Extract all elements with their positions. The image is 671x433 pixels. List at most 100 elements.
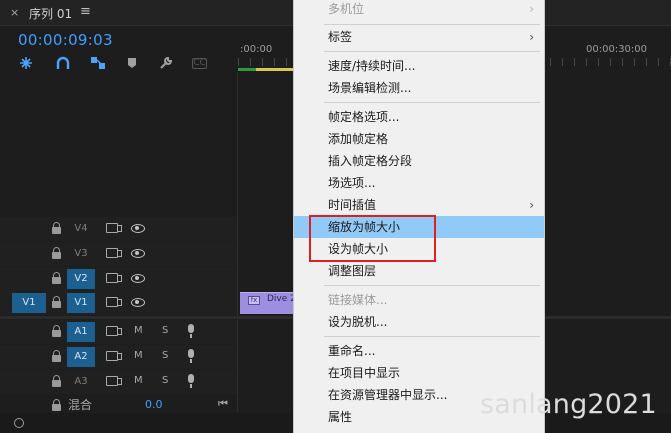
- menu-item-label: 添加帧定格: [328, 132, 389, 146]
- zoom-handle[interactable]: [14, 418, 24, 428]
- add-marker-icon[interactable]: [124, 55, 140, 71]
- solo-button[interactable]: S: [162, 375, 168, 386]
- mute-button[interactable]: M: [134, 375, 143, 386]
- menu-item-label: 时间插值: [328, 198, 377, 212]
- track-target-v1[interactable]: V1: [67, 293, 95, 313]
- menu-item-label: 在项目中显示: [328, 366, 401, 380]
- sync-lock-icon[interactable]: [106, 273, 122, 283]
- track-target-v3[interactable]: V3: [67, 244, 95, 264]
- sync-lock-icon[interactable]: [106, 326, 122, 336]
- menu-item-field-options[interactable]: 场选项...: [294, 172, 544, 194]
- menu-item-label: 调整图层: [328, 264, 377, 278]
- lock-icon[interactable]: [52, 350, 61, 362]
- menu-item-label: 在资源管理器中显示...: [328, 388, 448, 402]
- sync-lock-icon[interactable]: [106, 297, 122, 307]
- menu-item-label-color[interactable]: 标签 ›: [294, 26, 544, 48]
- menu-item-time-interpolation[interactable]: 时间插值 ›: [294, 194, 544, 216]
- menu-item-label: 链接媒体...: [328, 293, 388, 307]
- menu-item-label: 场景编辑检测...: [328, 81, 412, 95]
- nest-or-insert-icon[interactable]: [18, 55, 34, 71]
- submenu-arrow-icon: ›: [529, 2, 534, 16]
- lock-icon[interactable]: [52, 222, 61, 234]
- track-v2: V2: [0, 267, 237, 291]
- menu-item-link-media[interactable]: 链接媒体...: [294, 289, 544, 311]
- microphone-icon[interactable]: [187, 349, 195, 363]
- eye-icon[interactable]: [131, 274, 145, 283]
- menu-separator: [324, 24, 540, 25]
- track-target-v4[interactable]: V4: [67, 219, 95, 239]
- captions-icon[interactable]: CC: [192, 58, 207, 69]
- lock-icon[interactable]: [52, 399, 61, 411]
- menu-item-scene-detect[interactable]: 场景编辑检测...: [294, 77, 544, 99]
- close-tab-button[interactable]: ×: [10, 6, 19, 19]
- sync-lock-icon[interactable]: [106, 223, 122, 233]
- menu-item-label: 帧定格选项...: [328, 110, 400, 124]
- submenu-arrow-icon: ›: [529, 198, 534, 212]
- eye-icon[interactable]: [131, 224, 145, 233]
- menu-item-label: 属性: [328, 410, 353, 424]
- menu-item-reveal-in-project[interactable]: 在项目中显示: [294, 362, 544, 384]
- mix-track-row: 混合 0.0 ⏮: [0, 396, 237, 414]
- sync-lock-icon[interactable]: [106, 376, 122, 386]
- microphone-icon[interactable]: [187, 324, 195, 338]
- menu-item-label: 速度/持续时间...: [328, 59, 416, 73]
- rendered-bar: [238, 68, 256, 71]
- wrench-icon[interactable]: [158, 55, 174, 71]
- menu-item-label: 场选项...: [328, 176, 376, 190]
- lock-icon[interactable]: [52, 296, 61, 308]
- menu-item-label: 设为脱机...: [328, 315, 388, 329]
- mix-label: 混合: [68, 398, 93, 412]
- sync-lock-icon[interactable]: [106, 351, 122, 361]
- annotation-highlight-box: [309, 215, 436, 262]
- clip-label: Dive 2: [267, 294, 296, 304]
- mute-button[interactable]: M: [134, 325, 143, 336]
- track-target-v2[interactable]: V2: [67, 269, 95, 289]
- menu-separator: [324, 285, 540, 286]
- menu-item-adjustment-layer[interactable]: 调整图层: [294, 260, 544, 282]
- eye-icon[interactable]: [131, 298, 145, 307]
- menu-item-speed-duration[interactable]: 速度/持续时间...: [294, 55, 544, 77]
- menu-item-make-offline[interactable]: 设为脱机...: [294, 311, 544, 333]
- clip-fx-badge: fx: [248, 296, 260, 305]
- panel-menu-icon[interactable]: ≡: [80, 4, 91, 19]
- sync-lock-icon[interactable]: [106, 248, 122, 258]
- menu-item-insert-frame-hold[interactable]: 插入帧定格分段: [294, 150, 544, 172]
- mix-end-icon[interactable]: ⏮: [218, 397, 228, 411]
- menu-item-add-frame-hold[interactable]: 添加帧定格: [294, 128, 544, 150]
- menu-item-frame-hold-options[interactable]: 帧定格选项...: [294, 106, 544, 128]
- snap-icon[interactable]: [55, 55, 71, 71]
- lock-icon[interactable]: [52, 375, 61, 387]
- lock-icon[interactable]: [52, 247, 61, 259]
- track-target-a2[interactable]: A2: [67, 347, 95, 367]
- track-a3: A3 M S: [0, 370, 237, 394]
- eye-icon[interactable]: [131, 249, 145, 258]
- track-v3: V3: [0, 242, 237, 266]
- menu-item-rename[interactable]: 重命名...: [294, 340, 544, 362]
- menu-item-label: 重命名...: [328, 344, 376, 358]
- menu-separator: [324, 336, 540, 337]
- mute-button[interactable]: M: [134, 350, 143, 361]
- ruler-start-label: :00:00: [240, 44, 273, 55]
- track-a2: A2 M S: [0, 345, 237, 369]
- menu-item-label: 标签: [328, 30, 353, 44]
- microphone-icon[interactable]: [187, 374, 195, 388]
- solo-button[interactable]: S: [162, 325, 168, 336]
- sequence-tab-title[interactable]: 序列 01: [29, 5, 72, 22]
- playhead-timecode[interactable]: 00:00:09:03: [18, 31, 113, 49]
- watermark: sanlang2021: [480, 389, 657, 420]
- track-v1: V1 V1: [0, 291, 237, 315]
- lock-icon[interactable]: [52, 272, 61, 284]
- menu-separator: [324, 51, 540, 52]
- track-target-a1[interactable]: A1: [67, 322, 95, 342]
- mix-volume-value[interactable]: 0.0: [145, 398, 163, 411]
- menu-item-label: 插入帧定格分段: [328, 154, 413, 168]
- track-target-a3[interactable]: A3: [67, 372, 95, 392]
- linked-selection-icon[interactable]: [90, 55, 106, 71]
- source-patch-v1[interactable]: V1: [12, 293, 46, 313]
- track-header-divider: [237, 72, 238, 412]
- solo-button[interactable]: S: [162, 350, 168, 361]
- ruler-end-label: 00:00:30:00: [586, 44, 648, 55]
- menu-item-multicam[interactable]: 多机位 ›: [294, 0, 544, 20]
- submenu-arrow-icon: ›: [529, 30, 534, 44]
- lock-icon[interactable]: [52, 325, 61, 337]
